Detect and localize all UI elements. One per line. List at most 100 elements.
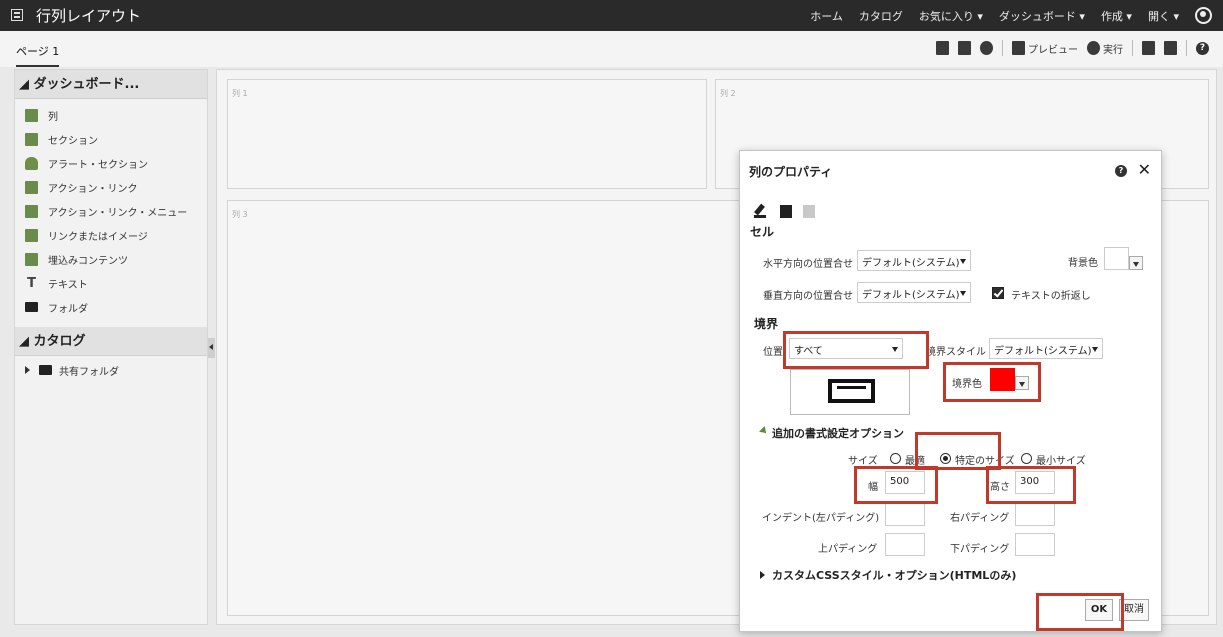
catalog-header[interactable]: ◢ カタログ xyxy=(15,327,207,356)
section-icon xyxy=(25,132,38,146)
border-style-label: 境界スタイル xyxy=(926,347,986,358)
border-section-title: 境界 xyxy=(754,317,779,331)
sidebar-item-action-link[interactable]: アクション・リンク xyxy=(15,175,207,199)
size-radio-minimum[interactable] xyxy=(1021,453,1032,464)
format-brush-icon[interactable] xyxy=(754,203,766,218)
sidebar-item-action-link-menu[interactable]: アクション・リンク・メニュー xyxy=(15,199,207,223)
help-icon[interactable]: ? xyxy=(1115,165,1127,177)
global-nav: ホーム カタログ お気に入り ▾ ダッシュボード ▾ 作成 ▾ 開く ▾ xyxy=(810,0,1223,31)
sidebar-item-label: アクション・リンク xyxy=(48,183,138,195)
save-icon[interactable] xyxy=(1142,41,1155,55)
border-preview xyxy=(790,369,910,415)
column-icon xyxy=(25,108,38,122)
h-align-label: 水平方向の位置合せ xyxy=(763,259,853,270)
nav-catalog[interactable]: カタログ xyxy=(859,8,903,24)
width-label: 幅 xyxy=(868,482,878,493)
sidebar-item-link-or-image[interactable]: リンクまたはイメージ xyxy=(15,223,207,247)
column-1[interactable]: 列 1 xyxy=(227,79,707,189)
toolbar-divider xyxy=(1186,40,1187,56)
size-option-label: 最適 xyxy=(905,456,925,467)
editor-toolbar: プレビュー 実行 ? xyxy=(927,40,1209,56)
wrap-text-checkbox[interactable] xyxy=(992,287,1004,299)
height-input[interactable]: 300 xyxy=(1015,471,1055,494)
top-padding-input[interactable] xyxy=(885,533,925,556)
nav-open[interactable]: 開く ▾ xyxy=(1148,8,1179,24)
help-icon[interactable]: ? xyxy=(1196,41,1209,55)
page-tab-bar: ページ 1 プレビュー 実行 ? xyxy=(0,31,1223,67)
border-style-select[interactable]: デフォルト(システム) xyxy=(989,338,1103,359)
run-button[interactable]: 実行 xyxy=(1103,41,1123,56)
nav-home[interactable]: ホーム xyxy=(810,8,843,24)
height-label: 高さ xyxy=(990,482,1010,493)
border-color-swatch[interactable] xyxy=(990,368,1015,391)
sidebar-item-alert-section[interactable]: アラート・セクション xyxy=(15,151,207,175)
column-label: 列 3 xyxy=(232,210,248,219)
indent-input[interactable] xyxy=(885,503,925,526)
delete-page-icon[interactable] xyxy=(958,41,971,55)
h-align-select[interactable]: デフォルト(システム) xyxy=(857,250,971,271)
sidebar-item-label: フォルダ xyxy=(48,303,88,315)
sidebar-collapse-handle[interactable] xyxy=(208,338,215,358)
bg-color-label: 背景色 xyxy=(1068,258,1098,269)
border-position-select[interactable]: すべて xyxy=(789,338,903,359)
preview-button[interactable]: プレビュー xyxy=(1028,41,1078,56)
sidebar-item-label: アラート・セクション xyxy=(48,159,148,171)
sidebar-item-label: リンクまたはイメージ xyxy=(48,231,148,243)
size-radio-specific[interactable] xyxy=(940,453,951,464)
sidebar-item-label: 埋込みコンテンツ xyxy=(48,255,128,267)
border-color-dropdown[interactable] xyxy=(1015,376,1029,390)
add-page-icon[interactable] xyxy=(936,41,949,55)
paste-icon xyxy=(803,205,815,218)
dashboard-objects-header[interactable]: ◢ ダッシュボード... xyxy=(15,70,207,99)
size-option-label: 最小サイズ xyxy=(1036,456,1086,467)
cancel-button[interactable]: 取消 xyxy=(1119,599,1149,621)
bottom-padding-input[interactable] xyxy=(1015,533,1055,556)
sidebar-item-column[interactable]: 列 xyxy=(15,103,207,127)
sidebar-item-text[interactable]: T テキスト xyxy=(15,271,207,295)
expand-arrow-icon[interactable] xyxy=(25,366,30,374)
v-align-select[interactable]: デフォルト(システム) xyxy=(857,282,971,303)
folder-icon xyxy=(39,365,52,375)
nav-create[interactable]: 作成 ▾ xyxy=(1101,8,1132,24)
top-bar: 行列レイアウト ホーム カタログ お気に入り ▾ ダッシュボード ▾ 作成 ▾ … xyxy=(0,0,1223,31)
sidebar-item-label: テキスト xyxy=(48,279,88,291)
column-properties-dialog: 列のプロパティ ? ✕ セル 水平方向の位置合せ デフォルト(システム) 背景色… xyxy=(739,150,1162,632)
app-grid-icon[interactable] xyxy=(11,9,23,21)
embedded-content-icon xyxy=(25,252,38,266)
preview-icon[interactable] xyxy=(1012,41,1025,55)
right-padding-input[interactable] xyxy=(1015,503,1055,526)
collapse-arrow-icon[interactable] xyxy=(759,426,769,436)
gear-icon[interactable] xyxy=(980,41,993,55)
sidebar-item-section[interactable]: セクション xyxy=(15,127,207,151)
save-as-icon[interactable] xyxy=(1164,41,1177,55)
dashboard-objects-sidebar: ◢ ダッシュボード... 列 セクション アラート・セクション アクション・リン… xyxy=(14,69,208,625)
folder-icon xyxy=(25,302,38,312)
size-radio-best-fit[interactable] xyxy=(890,453,901,464)
nav-dashboards[interactable]: ダッシュボード ▾ xyxy=(999,8,1085,24)
sidebar-item-embedded-content[interactable]: 埋込みコンテンツ xyxy=(15,247,207,271)
copy-icon[interactable] xyxy=(780,205,792,218)
user-avatar-icon[interactable] xyxy=(1195,7,1212,24)
extra-options-title[interactable]: 追加の書式設定オプション xyxy=(772,425,904,441)
top-padding-label: 上パディング xyxy=(818,544,878,555)
dialog-title: 列のプロパティ xyxy=(749,165,833,179)
bg-color-swatch[interactable] xyxy=(1104,247,1129,270)
custom-css-title[interactable]: カスタムCSSスタイル・オプション(HTMLのみ) xyxy=(772,567,1016,583)
tree-item-shared-folder[interactable]: 共有フォルダ xyxy=(15,359,207,381)
indent-label: インデント(左パディング) xyxy=(762,513,880,524)
tab-page-1[interactable]: ページ 1 xyxy=(16,43,60,67)
page-title: 行列レイアウト xyxy=(36,7,142,25)
action-link-menu-icon xyxy=(25,204,38,218)
tree-item-label: 共有フォルダ xyxy=(59,366,119,378)
run-icon[interactable] xyxy=(1087,41,1100,55)
sidebar-item-folder[interactable]: フォルダ xyxy=(15,295,207,319)
ok-button[interactable]: OK xyxy=(1085,599,1113,621)
close-icon[interactable]: ✕ xyxy=(1138,160,1151,179)
toolbar-divider xyxy=(1132,40,1133,56)
expand-arrow-icon[interactable] xyxy=(760,571,765,579)
bell-icon xyxy=(25,156,38,170)
sidebar-item-label: 列 xyxy=(48,111,58,123)
bg-color-dropdown[interactable] xyxy=(1129,256,1143,270)
width-input[interactable]: 500 xyxy=(885,471,925,494)
nav-favorites[interactable]: お気に入り ▾ xyxy=(919,8,983,24)
